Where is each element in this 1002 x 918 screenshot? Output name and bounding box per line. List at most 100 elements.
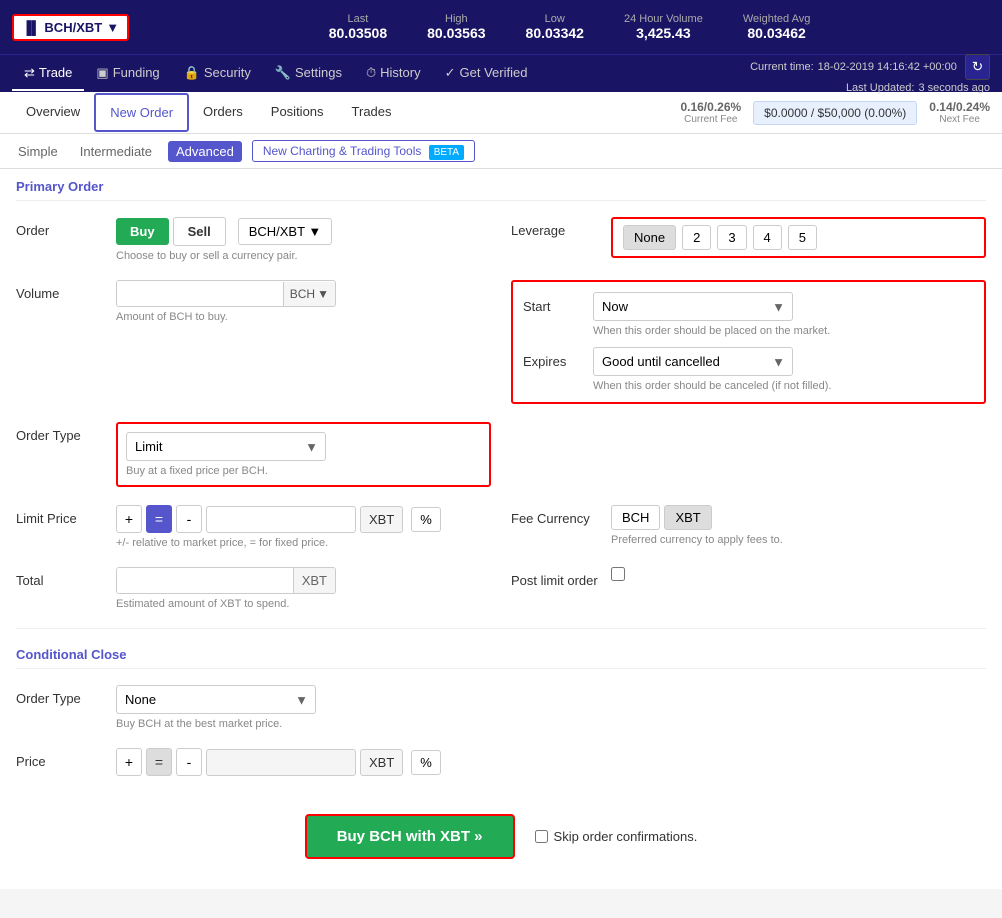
cond-equals-button[interactable]: = (146, 748, 172, 776)
limit-plus-button[interactable]: + (116, 505, 142, 533)
fee-currency-group: BCH XBT (611, 505, 986, 530)
limit-currency: XBT (360, 506, 403, 533)
fee-currency-label: Fee Currency (511, 505, 611, 526)
limit-price-label: Limit Price (16, 505, 116, 526)
stat-high-label: High (427, 13, 485, 25)
order-type-content: Limit ▼ Buy at a fixed price per BCH. (116, 422, 491, 487)
buy-button[interactable]: Buy (116, 218, 169, 245)
order-type-left: Order Type Limit ▼ Buy at a fixed price … (16, 422, 491, 487)
sub-tab-overview[interactable]: Overview (12, 94, 94, 131)
start-select[interactable]: Now (593, 292, 793, 321)
stat-wavg-value: 80.03462 (743, 25, 810, 41)
total-input[interactable] (117, 568, 293, 593)
cond-pct-button[interactable]: % (411, 750, 441, 775)
wrench-icon: 🔧 (275, 65, 291, 81)
sub-tab-neworder[interactable]: New Order (94, 93, 189, 132)
fee-next: 0.14/0.24% Next Fee (929, 100, 990, 125)
expires-select[interactable]: Good until cancelled (593, 347, 793, 376)
limit-price-row: + = - XBT % (116, 505, 491, 533)
volume-input[interactable] (117, 281, 283, 306)
leverage-3[interactable]: 3 (717, 225, 746, 250)
cond-minus-button[interactable]: - (176, 748, 202, 776)
nav-tab-security[interactable]: 🔒 Security (172, 57, 263, 91)
post-limit-label: Post limit order (511, 567, 611, 588)
fee-current-value: 0.16/0.26% (680, 100, 741, 114)
fee-bch-button[interactable]: BCH (611, 505, 660, 530)
limit-price-input[interactable] (206, 506, 356, 533)
pair-button[interactable]: BCH/XBT ▼ (238, 218, 333, 245)
order-field-content: Buy Sell BCH/XBT ▼ Choose to buy or sell… (116, 217, 491, 262)
fee-xbt-button[interactable]: XBT (664, 505, 711, 530)
symbol-button[interactable]: ▐▌ BCH/XBT ▼ (12, 14, 129, 41)
nav-tab-history[interactable]: ⏱ History (354, 57, 433, 91)
post-limit-content (611, 567, 986, 581)
mode-simple[interactable]: Simple (12, 142, 64, 161)
total-content: XBT Estimated amount of XBT to spend. (116, 567, 491, 610)
current-time-label: Current time: (750, 61, 814, 73)
limit-minus-button[interactable]: - (176, 505, 202, 533)
trade-icon: ⇄ (24, 65, 35, 81)
sell-button[interactable]: Sell (173, 217, 226, 246)
leverage-5[interactable]: 5 (788, 225, 817, 250)
leverage-label: Leverage (511, 217, 611, 238)
volume-hint: Amount of BCH to buy. (116, 311, 491, 323)
expires-select-wrapper: Good until cancelled ▼ (593, 347, 793, 376)
order-type-row: Order Type Limit ▼ Buy at a fixed price … (16, 422, 986, 487)
clock-icon: ⏱ (366, 65, 376, 81)
post-limit-checkbox[interactable] (611, 567, 625, 581)
nav-tab-settings[interactable]: 🔧 Settings (263, 57, 354, 91)
new-charting-button[interactable]: New Charting & Trading Tools BETA (252, 140, 475, 162)
stat-volume: 24 Hour Volume 3,425.43 (624, 13, 703, 41)
expires-row: Expires Good until cancelled ▼ (523, 347, 974, 376)
limit-equals-button[interactable]: = (146, 505, 172, 533)
fee-current: 0.16/0.26% Current Fee (680, 100, 741, 125)
total-label: Total (16, 567, 116, 588)
volume-currency-select[interactable]: BCH ▼ (283, 282, 335, 306)
cond-order-type-row: Order Type None ▼ Buy BCH at the best ma… (16, 685, 986, 730)
start-select-wrapper: Now ▼ (593, 292, 793, 321)
cond-price-input[interactable] (206, 749, 356, 776)
currency-chevron-icon: ▼ (317, 287, 329, 301)
leverage-2[interactable]: 2 (682, 225, 711, 250)
nav-tab-trade[interactable]: ⇄ Trade (12, 57, 84, 91)
order-label: Order (16, 217, 116, 238)
leverage-none[interactable]: None (623, 225, 676, 250)
cond-price-row: Price + = - XBT % (16, 748, 986, 776)
mode-advanced[interactable]: Advanced (168, 141, 242, 162)
post-limit-right: Post limit order (511, 567, 986, 588)
top-stats: Last 80.03508 High 80.03563 Low 80.03342… (149, 13, 990, 41)
cond-plus-button[interactable]: + (116, 748, 142, 776)
limit-pct-button[interactable]: % (411, 507, 441, 532)
leverage-group: None 2 3 4 5 (611, 217, 986, 258)
primary-order-section: Primary Order (16, 169, 986, 201)
mode-intermediate[interactable]: Intermediate (74, 142, 158, 161)
sub-tab-trades[interactable]: Trades (338, 94, 406, 131)
nav-tab-getverified[interactable]: ✓ Get Verified (433, 57, 540, 91)
order-type-select-wrapper: Limit ▼ (126, 432, 326, 461)
section-divider (16, 628, 986, 629)
expires-hint: When this order should be canceled (if n… (593, 380, 974, 392)
submit-button[interactable]: Buy BCH with XBT » (305, 814, 515, 859)
fee-currency-hint: Preferred currency to apply fees to. (611, 534, 986, 546)
sub-tab-orders[interactable]: Orders (189, 94, 257, 131)
sub-tab-positions[interactable]: Positions (257, 94, 338, 131)
stat-last-value: 80.03508 (329, 25, 387, 41)
order-type-box: Limit ▼ Buy at a fixed price per BCH. (116, 422, 491, 487)
expires-label: Expires (523, 354, 593, 369)
cond-order-type-select[interactable]: None (116, 685, 316, 714)
stat-volume-label: 24 Hour Volume (624, 13, 703, 25)
order-type-select[interactable]: Limit (126, 432, 326, 461)
refresh-button[interactable]: ↻ (965, 54, 990, 80)
volume-content: BCH ▼ Amount of BCH to buy. (116, 280, 491, 323)
funding-icon: ▣ (96, 65, 108, 81)
skip-confirm-checkbox[interactable] (535, 830, 548, 843)
nav-tab-funding[interactable]: ▣ Funding (84, 57, 171, 91)
stat-wavg-label: Weighted Avg (743, 13, 810, 25)
stat-high-value: 80.03563 (427, 25, 485, 41)
order-row: Order Buy Sell BCH/XBT ▼ Choose to buy o… (16, 217, 986, 262)
order-type-hint: Buy at a fixed price per BCH. (126, 465, 481, 477)
leverage-4[interactable]: 4 (753, 225, 782, 250)
last-updated-value: 3 seconds ago (918, 82, 990, 94)
post-limit-checkbox-row (611, 567, 986, 581)
beta-badge: BETA (429, 145, 464, 160)
